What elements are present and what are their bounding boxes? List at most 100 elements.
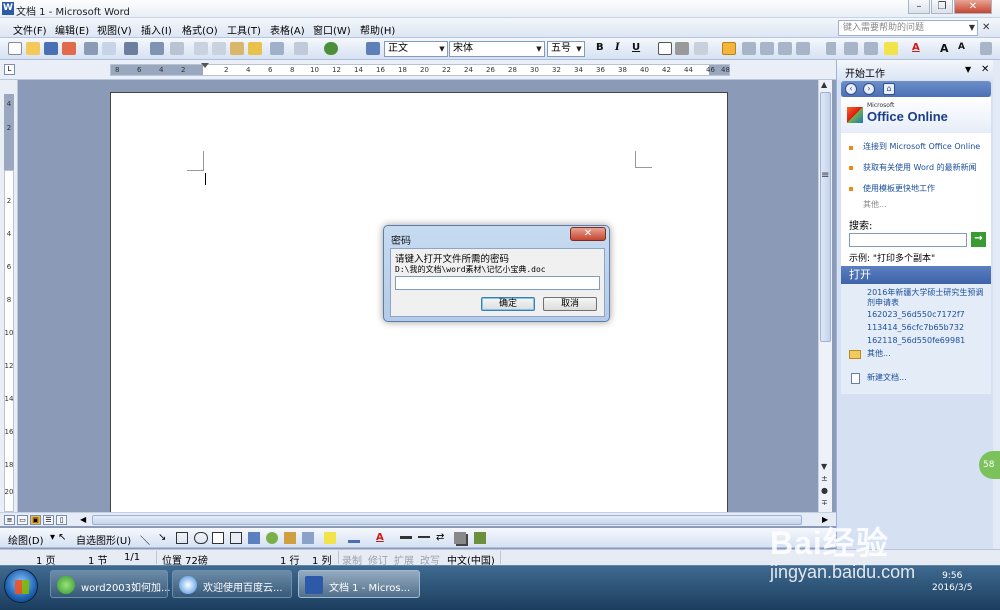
task-pane-search-input[interactable] bbox=[849, 233, 967, 247]
font-color-button[interactable]: A bbox=[912, 42, 920, 53]
link-more[interactable]: 其他... bbox=[863, 200, 985, 210]
previous-page-icon[interactable]: ± bbox=[821, 474, 828, 483]
clip-art-icon[interactable] bbox=[284, 532, 296, 544]
search-go-button[interactable]: → bbox=[971, 232, 986, 247]
scroll-down-icon[interactable]: ▼ bbox=[821, 462, 827, 471]
menu-edit[interactable]: 编辑(E) bbox=[55, 22, 89, 37]
distributed-icon[interactable] bbox=[778, 42, 792, 55]
permission-icon[interactable] bbox=[62, 42, 76, 55]
draw-font-color-icon[interactable]: A bbox=[376, 532, 384, 543]
align-justify-icon[interactable] bbox=[722, 42, 736, 55]
minimize-button[interactable]: – bbox=[908, 0, 930, 14]
menu-view[interactable]: 视图(V) bbox=[97, 22, 132, 37]
horizontal-ruler[interactable]: 8 6 4 2 2 4 6 8 10 12 14 16 18 20 22 24 … bbox=[110, 63, 730, 76]
recent-file-link[interactable]: 113414_56cfc7b65b732 bbox=[867, 323, 989, 333]
start-button[interactable] bbox=[4, 569, 38, 603]
reading-view-icon[interactable]: ▯ bbox=[56, 515, 67, 525]
vertical-scroll-thumb[interactable] bbox=[820, 92, 831, 342]
hyperlink-icon[interactable] bbox=[324, 42, 338, 55]
redo-icon[interactable] bbox=[294, 42, 308, 55]
print-preview-icon[interactable] bbox=[102, 42, 116, 55]
picture-icon[interactable] bbox=[302, 532, 314, 544]
word-app-icon[interactable]: W bbox=[2, 2, 14, 15]
print-icon[interactable] bbox=[84, 42, 98, 55]
bold-button[interactable]: B bbox=[596, 42, 604, 53]
menu-table[interactable]: 表格(A) bbox=[270, 22, 305, 37]
toolbar-options-icon[interactable] bbox=[980, 42, 992, 55]
bullets-icon[interactable] bbox=[844, 42, 858, 55]
shrink-font-button[interactable]: A bbox=[958, 42, 965, 52]
help-search-input[interactable]: 键入需要帮助的问题 ▼ bbox=[838, 20, 978, 36]
back-icon[interactable]: ‹ bbox=[845, 83, 857, 95]
shadow-style-icon[interactable] bbox=[454, 532, 466, 544]
taskbar-item-browser[interactable]: word2003如何加... bbox=[50, 570, 171, 598]
menu-insert[interactable]: 插入(I) bbox=[141, 22, 172, 37]
recent-file-link[interactable]: 2016年新疆大学硕士研究生预调剂申请表 bbox=[867, 288, 989, 308]
close-icon[interactable]: ✕ bbox=[981, 64, 989, 75]
menu-tools[interactable]: 工具(T) bbox=[227, 22, 261, 37]
dash-style-icon[interactable] bbox=[418, 536, 430, 546]
styles-formatting-icon[interactable] bbox=[366, 42, 380, 55]
recent-file-link[interactable]: 162023_56d550c7172f7 bbox=[867, 310, 989, 320]
link-templates[interactable]: 使用模板更快地工作 bbox=[863, 184, 985, 194]
cut-icon[interactable] bbox=[194, 42, 208, 55]
undo-icon[interactable] bbox=[270, 42, 284, 55]
scroll-up-icon[interactable]: ▲ bbox=[821, 80, 827, 89]
draw-menu-button[interactable]: 绘图(D) bbox=[8, 532, 44, 547]
underline-button[interactable]: U bbox=[632, 42, 640, 53]
line-spacing-icon[interactable] bbox=[796, 42, 810, 55]
dialog-close-button[interactable]: ✕ bbox=[570, 227, 606, 241]
clipboard-icon[interactable] bbox=[170, 42, 184, 55]
font-select[interactable]: 宋体 ▼ bbox=[449, 41, 545, 57]
menu-window[interactable]: 窗口(W) bbox=[313, 22, 351, 37]
ok-button[interactable]: 确定 bbox=[481, 297, 535, 311]
arrow-icon[interactable]: ↘ bbox=[158, 532, 166, 543]
taskbar-item-word[interactable]: 文档 1 - Micros... bbox=[298, 570, 420, 598]
highlight-icon[interactable] bbox=[884, 42, 898, 55]
outline-view-icon[interactable]: ☰ bbox=[43, 515, 54, 525]
tab-selector-icon[interactable]: L bbox=[4, 64, 15, 75]
format-painter-icon[interactable] bbox=[248, 42, 262, 55]
open-more-link[interactable]: 其他... bbox=[867, 349, 989, 359]
horizontal-scroll-thumb[interactable] bbox=[92, 515, 802, 525]
link-news[interactable]: 获取有关使用 Word 的最新新闻 bbox=[863, 163, 985, 173]
char-shading-icon[interactable] bbox=[675, 42, 689, 55]
decrease-indent-icon[interactable] bbox=[864, 42, 878, 55]
paste-icon[interactable] bbox=[230, 42, 244, 55]
line-color-icon[interactable] bbox=[348, 540, 360, 543]
open-folder-icon[interactable] bbox=[26, 42, 40, 55]
char-border-icon[interactable] bbox=[658, 42, 672, 55]
chevron-down-icon[interactable]: ▾ bbox=[50, 532, 55, 543]
menu-format[interactable]: 格式(O) bbox=[182, 22, 218, 37]
print-view-icon[interactable]: ▣ bbox=[30, 515, 41, 525]
line-icon[interactable]: ＼ bbox=[140, 532, 150, 547]
password-input[interactable] bbox=[395, 276, 600, 290]
char-scale-icon[interactable] bbox=[694, 42, 708, 55]
menu-file[interactable]: 文件(F) bbox=[13, 22, 47, 37]
fill-color-icon[interactable] bbox=[324, 532, 336, 544]
align-right-icon[interactable] bbox=[760, 42, 774, 55]
chevron-down-icon[interactable]: ▼ bbox=[965, 65, 971, 74]
text-box-icon[interactable] bbox=[212, 532, 224, 544]
select-objects-icon[interactable]: ↖ bbox=[58, 532, 66, 543]
office-online-banner[interactable]: Microsoft Office Online bbox=[841, 97, 991, 133]
3d-style-icon[interactable] bbox=[474, 532, 486, 544]
normal-view-icon[interactable]: ≡ bbox=[4, 515, 15, 525]
line-style-icon[interactable] bbox=[400, 536, 412, 546]
diagram-icon[interactable] bbox=[266, 532, 278, 544]
forward-icon[interactable]: › bbox=[863, 83, 875, 95]
chevron-down-icon[interactable]: ▼ bbox=[969, 21, 975, 35]
link-connect-office[interactable]: 连接到 Microsoft Office Online bbox=[863, 142, 985, 152]
menu-help[interactable]: 帮助(H) bbox=[360, 22, 395, 37]
maximize-button[interactable]: ❐ bbox=[931, 0, 953, 14]
close-window-button[interactable]: ✕ bbox=[954, 0, 992, 14]
recent-file-link[interactable]: 162118_56d550fe69981 bbox=[867, 336, 989, 346]
home-icon[interactable]: ⌂ bbox=[883, 83, 895, 95]
spelling-icon[interactable] bbox=[124, 42, 138, 55]
align-center-icon[interactable] bbox=[742, 42, 756, 55]
autoshapes-button[interactable]: 自选图形(U) bbox=[76, 532, 131, 547]
wordart-icon[interactable] bbox=[248, 532, 260, 544]
research-icon[interactable] bbox=[150, 42, 164, 55]
style-select[interactable]: 正文 ▼ bbox=[384, 41, 448, 57]
taskbar-item-baidu-cloud[interactable]: 欢迎使用百度云... bbox=[172, 570, 292, 598]
